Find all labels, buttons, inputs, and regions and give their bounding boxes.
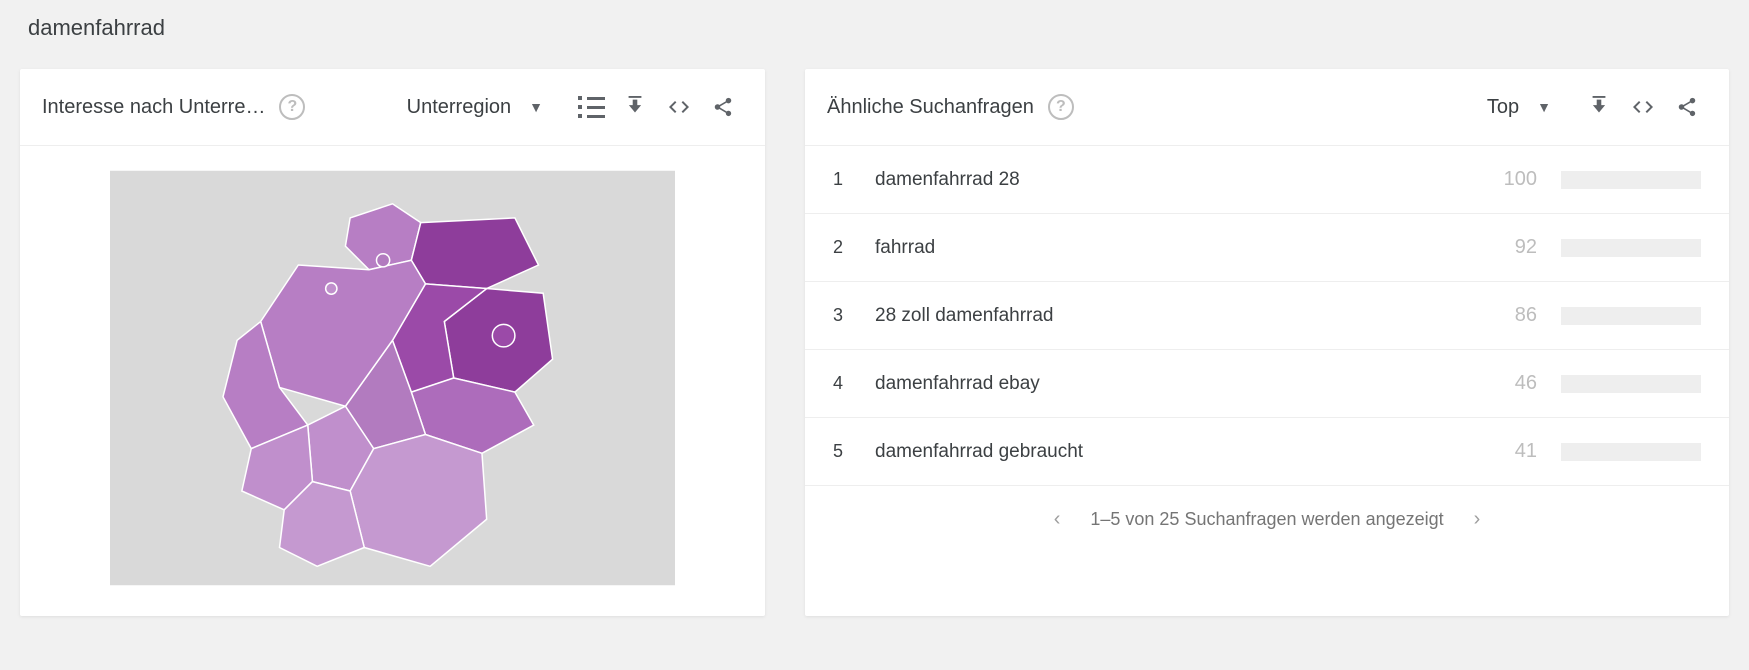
query-rank: 2 — [833, 237, 851, 258]
help-icon[interactable]: ? — [279, 94, 305, 120]
query-value: 92 — [1477, 236, 1537, 259]
query-term: damenfahrrad ebay — [875, 373, 1453, 395]
query-value: 46 — [1477, 372, 1537, 395]
list-view-icon[interactable] — [571, 87, 611, 127]
query-row[interactable]: 5 damenfahrrad gebraucht 41 — [805, 418, 1729, 486]
query-value: 86 — [1477, 304, 1537, 327]
query-bar — [1561, 375, 1701, 393]
query-value: 100 — [1477, 168, 1537, 191]
query-rank: 4 — [833, 373, 851, 394]
next-page-icon[interactable]: › — [1474, 508, 1481, 531]
embed-icon[interactable] — [659, 87, 699, 127]
sort-dropdown-label: Top — [1487, 96, 1519, 119]
sort-dropdown[interactable]: Top ▼ — [1487, 96, 1551, 119]
query-term: fahrrad — [875, 237, 1453, 259]
query-bar — [1561, 239, 1701, 257]
query-row[interactable]: 3 28 zoll damenfahrrad 86 — [805, 282, 1729, 350]
chevron-down-icon: ▼ — [1537, 99, 1551, 115]
pager-text: 1–5 von 25 Suchanfragen werden angezeigt — [1090, 509, 1443, 530]
queries-card-header: Ähnliche Suchanfragen ? Top ▼ — [805, 69, 1729, 146]
pager: ‹ 1–5 von 25 Suchanfragen werden angezei… — [805, 486, 1729, 553]
share-icon[interactable] — [703, 87, 743, 127]
query-bar — [1561, 443, 1701, 461]
interest-by-subregion-card: Interesse nach Unterre… ? Unterregion ▼ — [20, 69, 765, 616]
query-value: 41 — [1477, 440, 1537, 463]
germany-map[interactable] — [20, 146, 765, 616]
query-term: damenfahrrad 28 — [875, 169, 1453, 191]
query-term: 28 zoll damenfahrrad — [875, 305, 1453, 327]
embed-icon[interactable] — [1623, 87, 1663, 127]
queries-card-title: Ähnliche Suchanfragen — [827, 96, 1034, 119]
subregion-dropdown[interactable]: Unterregion ▼ — [407, 96, 543, 119]
subregion-dropdown-label: Unterregion — [407, 96, 512, 119]
query-bar — [1561, 171, 1701, 189]
share-icon[interactable] — [1667, 87, 1707, 127]
map-card-title: Interesse nach Unterre… — [42, 96, 265, 119]
query-rank: 1 — [833, 169, 851, 190]
query-rank: 5 — [833, 441, 851, 462]
query-term: damenfahrrad gebraucht — [875, 441, 1453, 463]
query-row[interactable]: 1 damenfahrrad 28 100 — [805, 146, 1729, 214]
query-bar — [1561, 307, 1701, 325]
query-row[interactable]: 2 fahrrad 92 — [805, 214, 1729, 282]
query-row[interactable]: 4 damenfahrrad ebay 46 — [805, 350, 1729, 418]
help-icon[interactable]: ? — [1048, 94, 1074, 120]
prev-page-icon[interactable]: ‹ — [1054, 508, 1061, 531]
download-icon[interactable] — [1579, 87, 1619, 127]
related-queries-card: Ähnliche Suchanfragen ? Top ▼ 1 damenfahr… — [805, 69, 1729, 616]
query-list: 1 damenfahrrad 28 100 2 fahrrad 92 3 28 zoll da… — [805, 146, 1729, 486]
page-title: damenfahrrad — [28, 15, 1729, 41]
download-icon[interactable] — [615, 87, 655, 127]
chevron-down-icon: ▼ — [529, 99, 543, 115]
query-rank: 3 — [833, 305, 851, 326]
map-card-header: Interesse nach Unterre… ? Unterregion ▼ — [20, 69, 765, 146]
